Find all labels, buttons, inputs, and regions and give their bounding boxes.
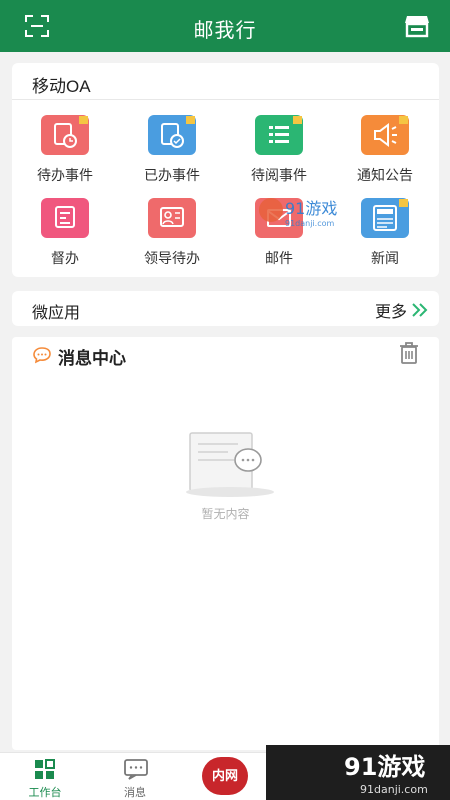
oa-item-label: 领导待办 xyxy=(144,250,200,266)
supervise-icon xyxy=(41,198,89,238)
oa-item-label: 督办 xyxy=(51,250,79,266)
micro-apps-bar: 微应用 更多 xyxy=(12,291,439,326)
oa-item-announcement[interactable]: 通知公告 xyxy=(332,115,438,195)
watermark-logo: 91游戏 91danji.com xyxy=(259,198,337,228)
section-title-micro-apps: 微应用 xyxy=(32,305,81,322)
watermark-brand: 91游戏 xyxy=(285,199,337,218)
mobile-oa-card: 移动OA 待办事件 已办事件 待阅事件 通知公告 督办 领导待办 邮件 新闻 xyxy=(12,63,439,277)
news-icon xyxy=(361,198,409,238)
announcement-icon xyxy=(361,115,409,155)
section-title-oa: 移动OA xyxy=(32,77,91,96)
message-center: 消息中心 暂无内容 xyxy=(12,337,439,750)
tab-label: 工作台 xyxy=(28,787,62,799)
page-title: 邮我行 xyxy=(193,20,257,42)
chat-bubble-icon xyxy=(33,347,51,364)
watermark-corner-logo: 91游戏 91danji.com xyxy=(344,753,428,796)
oa-item-done[interactable]: 已办事件 xyxy=(119,115,225,195)
intranet-button[interactable]: 内网 xyxy=(202,757,248,795)
oa-item-label: 已办事件 xyxy=(144,167,200,183)
tab-label: 消息 xyxy=(124,787,146,799)
message-icon xyxy=(124,759,148,780)
more-label: 更多 xyxy=(374,304,407,321)
trash-icon[interactable] xyxy=(398,341,420,365)
oa-item-to-read[interactable]: 待阅事件 xyxy=(226,115,332,195)
oa-item-label: 待办事件 xyxy=(37,167,93,183)
leader-tasks-icon xyxy=(148,198,196,238)
oa-item-label: 新闻 xyxy=(371,250,399,266)
tab-workbench[interactable]: 工作台 xyxy=(0,753,90,800)
divider xyxy=(12,99,439,100)
empty-document-icon xyxy=(186,432,274,497)
to-read-icon xyxy=(255,115,303,155)
double-chevron-right-icon xyxy=(412,303,428,317)
watermark-corner-domain: 91danji.com xyxy=(360,783,428,796)
tab-messages[interactable]: 消息 xyxy=(90,753,180,800)
oa-item-leader-tasks[interactable]: 领导待办 xyxy=(119,198,225,278)
oa-item-label: 待阅事件 xyxy=(251,167,307,183)
watermark-corner-brand: 91游戏 xyxy=(344,753,425,781)
pending-tasks-icon xyxy=(41,115,89,155)
store-icon[interactable] xyxy=(404,14,430,38)
oa-item-supervise[interactable]: 督办 xyxy=(12,198,118,278)
section-title-messages: 消息中心 xyxy=(58,349,126,368)
done-tasks-icon xyxy=(148,115,196,155)
oa-item-pending[interactable]: 待办事件 xyxy=(12,115,118,195)
watermark-domain: 91danji.com xyxy=(285,219,335,228)
watermark-corner: 91游戏 91danji.com xyxy=(266,745,450,800)
oa-item-label: 邮件 xyxy=(265,250,293,266)
app-header: 邮我行 xyxy=(0,0,450,52)
more-button[interactable]: 更多 xyxy=(375,298,429,322)
empty-state-text: 暂无内容 xyxy=(201,507,250,521)
workbench-icon xyxy=(35,759,55,779)
oa-item-label: 通知公告 xyxy=(357,167,413,183)
